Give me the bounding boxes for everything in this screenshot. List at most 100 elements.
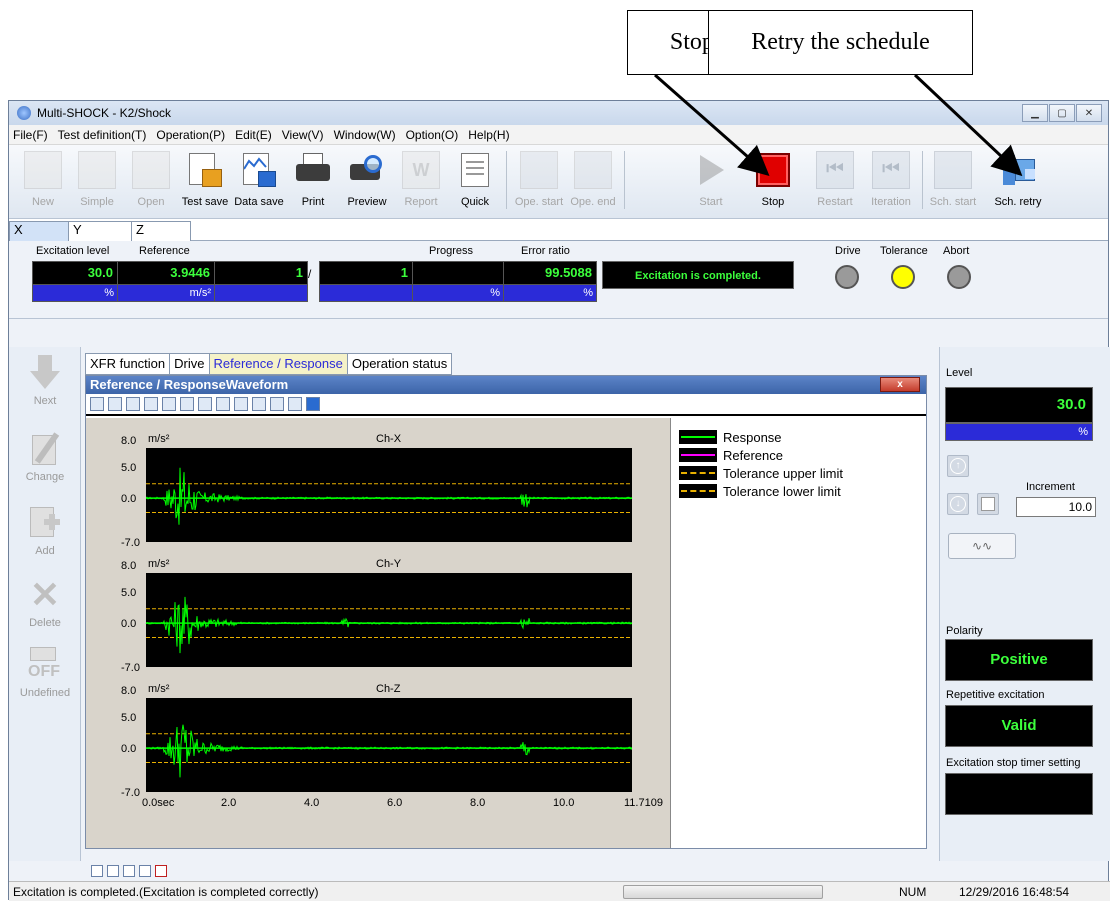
start-button[interactable]: Start bbox=[685, 149, 737, 211]
close-all-icon[interactable] bbox=[155, 865, 167, 877]
menu-operation[interactable]: Operation(P) bbox=[156, 128, 225, 142]
stop-button[interactable]: Stop bbox=[747, 149, 799, 211]
y-tick-label: 0.0 bbox=[121, 618, 136, 630]
graph-tool-icon[interactable] bbox=[270, 397, 284, 411]
subwindow-close-button[interactable]: x bbox=[880, 377, 920, 392]
layout-tile-icon[interactable] bbox=[123, 865, 135, 877]
menu-file[interactable]: File(F) bbox=[13, 128, 48, 142]
plot-panel bbox=[146, 573, 632, 667]
increment-input[interactable] bbox=[1016, 497, 1096, 517]
print-button[interactable]: Print bbox=[287, 149, 339, 211]
main-toolbar: New Simple Open Test save Data save Prin… bbox=[9, 145, 1108, 219]
x-tick-label: 6.0 bbox=[387, 797, 402, 809]
waveform-subwindow: Reference / ResponseWaveform x 8.0 m/s² Ch… bbox=[85, 375, 927, 849]
preview-button[interactable]: Preview bbox=[341, 149, 393, 211]
graph-tool-icon[interactable] bbox=[108, 397, 122, 411]
tab-reference-response[interactable]: Reference / Response bbox=[208, 353, 348, 375]
undefined-button[interactable]: OFF Undefined bbox=[9, 647, 81, 699]
graph-tool-icon[interactable] bbox=[234, 397, 248, 411]
iteration-button[interactable]: ⏮ Iteration bbox=[865, 149, 917, 211]
minimize-button[interactable]: ▁ bbox=[1022, 104, 1048, 122]
num-lock-indicator: NUM bbox=[899, 885, 927, 899]
count-total-value: 1 bbox=[319, 261, 413, 285]
axis-tab-bar: X Y Z bbox=[9, 219, 1108, 241]
layout-horizontal-icon[interactable] bbox=[91, 865, 103, 877]
legend-swatch bbox=[679, 448, 717, 462]
y-tick-label: 0.0 bbox=[121, 743, 136, 755]
axis-tab-x[interactable]: X bbox=[9, 221, 69, 241]
graph-tool-icon[interactable] bbox=[180, 397, 194, 411]
axis-tab-y[interactable]: Y bbox=[68, 221, 132, 241]
menu-window[interactable]: Window(W) bbox=[334, 128, 396, 142]
axis-tab-z[interactable]: Z bbox=[131, 221, 191, 241]
level-edit-button[interactable] bbox=[977, 493, 999, 515]
simple-button[interactable]: Simple bbox=[71, 149, 123, 211]
restart-button[interactable]: ⏮ Restart bbox=[809, 149, 861, 211]
level-up-button[interactable]: ↑ bbox=[947, 455, 969, 477]
delete-button[interactable]: ✕ Delete bbox=[9, 577, 81, 630]
layout-vertical-icon[interactable] bbox=[107, 865, 119, 877]
tab-xfr-function[interactable]: XFR function bbox=[85, 353, 171, 375]
word-report-icon: W bbox=[402, 151, 440, 189]
zoom-icon[interactable] bbox=[162, 397, 176, 411]
off-switch-icon: OFF bbox=[28, 647, 62, 683]
play-icon bbox=[692, 151, 730, 189]
change-button[interactable]: Change bbox=[9, 431, 81, 483]
preview-icon bbox=[348, 151, 386, 189]
legend-entry: Response bbox=[679, 428, 918, 446]
graph-tool-icon[interactable] bbox=[144, 397, 158, 411]
status-row: Excitation level 30.0 % Reference 3.9446… bbox=[9, 241, 1108, 319]
add-button[interactable]: Add bbox=[9, 505, 81, 557]
app-icon bbox=[17, 106, 31, 120]
x-tick-label: 8.0 bbox=[470, 797, 485, 809]
menu-edit[interactable]: Edit(E) bbox=[235, 128, 272, 142]
ope-start-button[interactable]: Ope. start bbox=[513, 149, 565, 211]
channel-label: Ch-Z bbox=[376, 683, 401, 695]
schedule-start-icon bbox=[934, 151, 972, 189]
new-button[interactable]: New bbox=[17, 149, 69, 211]
sch-retry-button[interactable]: Sch. retry bbox=[989, 149, 1047, 211]
level-unit: % bbox=[945, 423, 1093, 441]
toolbar-separator bbox=[506, 151, 507, 209]
test-save-button[interactable]: Test save bbox=[179, 149, 231, 211]
right-control-panel: Level 30.0 % ↑ ↓ Increment ∿∿ Polarity P… bbox=[939, 347, 1110, 861]
tab-operation-status[interactable]: Operation status bbox=[346, 353, 453, 375]
close-button[interactable]: ✕ bbox=[1076, 104, 1102, 122]
ope-end-button[interactable]: Ope. end bbox=[567, 149, 619, 211]
graph-tool-icon[interactable] bbox=[198, 397, 212, 411]
quick-document-icon bbox=[456, 151, 494, 189]
y-tick-label: 5.0 bbox=[121, 587, 136, 599]
tab-drive[interactable]: Drive bbox=[169, 353, 210, 375]
up-arrow-icon: ↑ bbox=[950, 458, 966, 474]
title-bar: Multi-SHOCK - K2/Shock ▁ ▢ ✕ bbox=[9, 101, 1108, 125]
graph-tool-icon[interactable] bbox=[90, 397, 104, 411]
level-down-button[interactable]: ↓ bbox=[947, 493, 969, 515]
waveform-plot-area: 8.0 m/s² Ch-X 5.0 0.0 -7.0 8.0 m/s² Ch-Y 5.0 0.0 -7… bbox=[86, 418, 670, 848]
graph-tool-icon[interactable] bbox=[306, 397, 320, 411]
open-button[interactable]: Open bbox=[125, 149, 177, 211]
next-button[interactable]: Next bbox=[9, 355, 81, 407]
legend-label: Tolerance lower limit bbox=[723, 483, 841, 499]
stop-icon bbox=[754, 151, 792, 189]
graph-tool-icon[interactable] bbox=[126, 397, 140, 411]
waveform-button[interactable]: ∿∿ bbox=[948, 533, 1016, 559]
subwindow-title: Reference / ResponseWaveform bbox=[90, 377, 289, 392]
maximize-button[interactable]: ▢ bbox=[1049, 104, 1075, 122]
legend-swatch bbox=[679, 466, 717, 480]
menu-test-definition[interactable]: Test definition(T) bbox=[58, 128, 147, 142]
increment-label: Increment bbox=[1026, 481, 1075, 493]
graph-tool-icon[interactable] bbox=[252, 397, 266, 411]
report-button[interactable]: W Report bbox=[395, 149, 447, 211]
layout-cascade-icon[interactable] bbox=[139, 865, 151, 877]
quick-button[interactable]: Quick bbox=[449, 149, 501, 211]
graph-tool-icon[interactable] bbox=[288, 397, 302, 411]
test-save-icon bbox=[186, 151, 224, 189]
y-tick-label: -7.0 bbox=[121, 787, 140, 799]
data-save-button[interactable]: Data save bbox=[233, 149, 285, 211]
menu-help[interactable]: Help(H) bbox=[468, 128, 509, 142]
y-tick-label: 0.0 bbox=[121, 493, 136, 505]
graph-tool-icon[interactable] bbox=[216, 397, 230, 411]
sch-start-button[interactable]: Sch. start bbox=[927, 149, 979, 211]
menu-view[interactable]: View(V) bbox=[282, 128, 324, 142]
menu-option[interactable]: Option(O) bbox=[406, 128, 459, 142]
